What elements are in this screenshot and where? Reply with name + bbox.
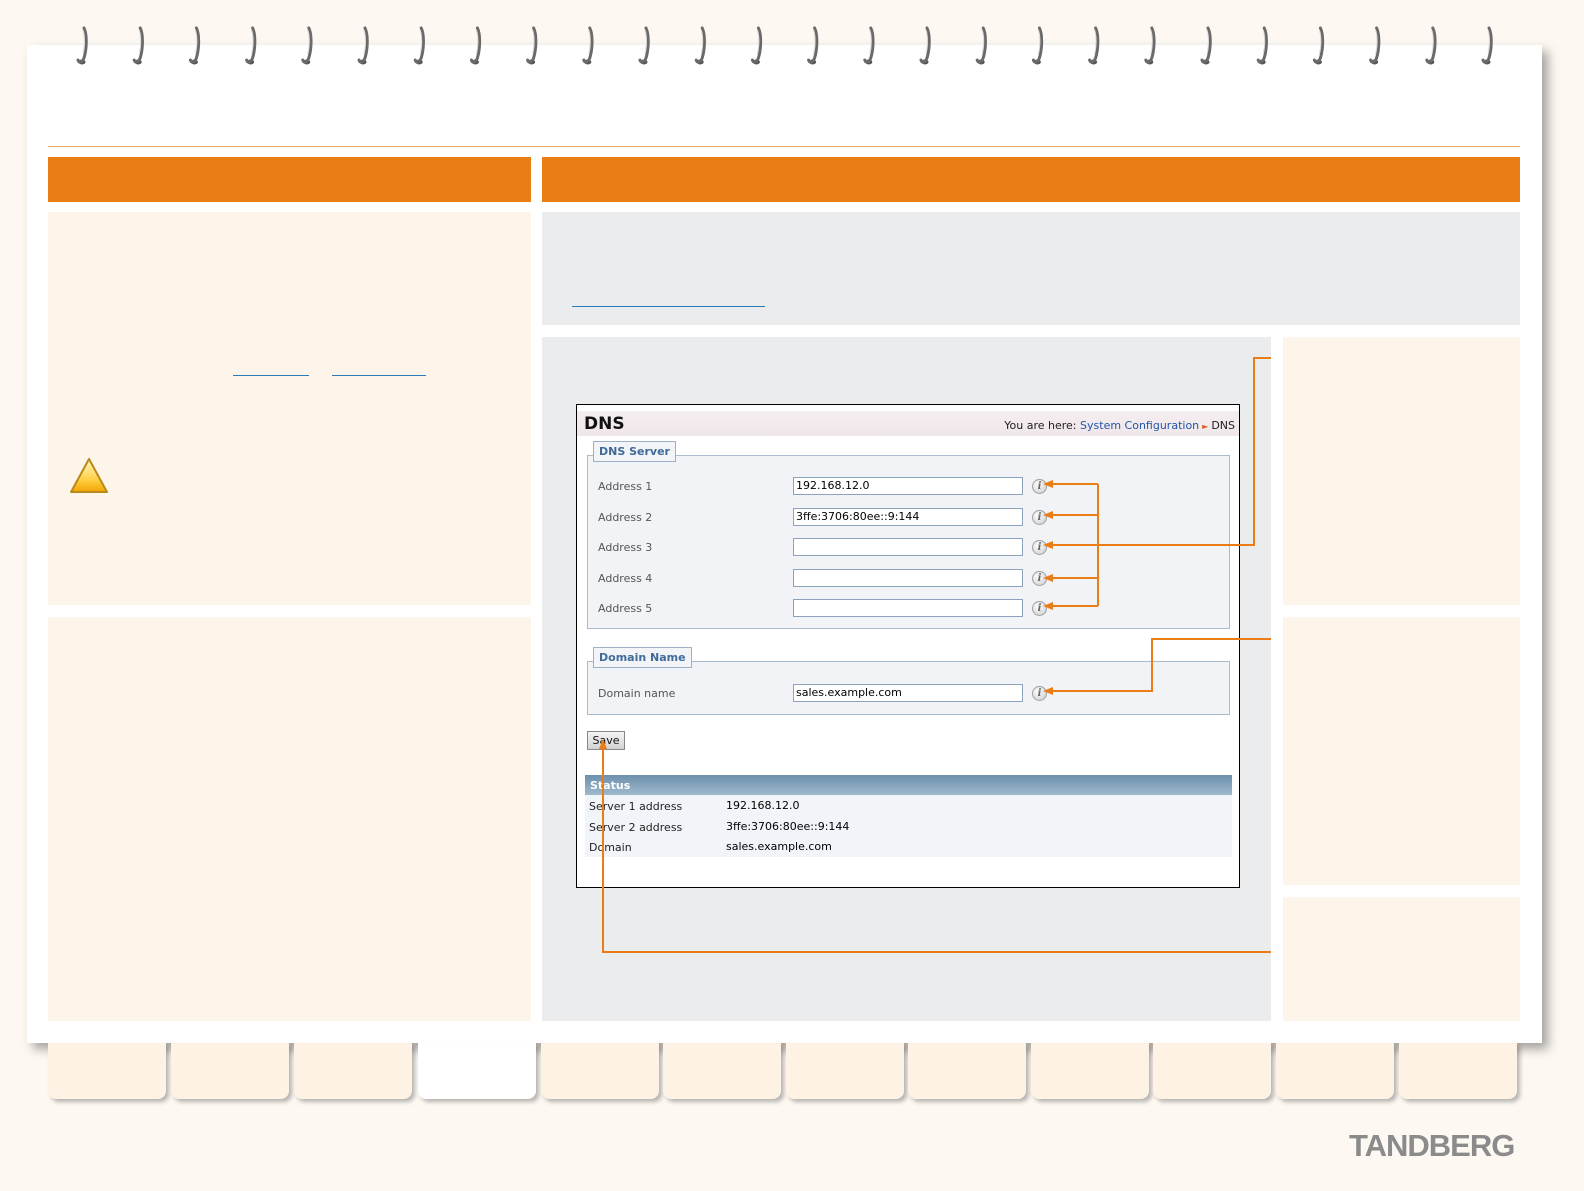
- address-3-label: Address 3: [598, 541, 653, 554]
- address-3-info-icon[interactable]: i: [1032, 540, 1047, 555]
- breadcrumb-arrow-icon: ►: [1202, 422, 1209, 431]
- dns-server-legend: DNS Server: [593, 441, 676, 462]
- status-key: Server 1 address: [589, 800, 683, 813]
- tab-3[interactable]: [294, 1043, 412, 1099]
- breadcrumb-link-system-configuration[interactable]: System Configuration: [1080, 419, 1199, 432]
- tab-12[interactable]: [1399, 1043, 1517, 1099]
- binding-ring: [357, 26, 369, 65]
- binding-ring: [919, 26, 931, 65]
- breadcrumb-current: DNS: [1211, 419, 1235, 432]
- binding-ring: [863, 26, 875, 65]
- address-4-input[interactable]: [793, 569, 1023, 587]
- domain-name-label: Domain name: [598, 687, 676, 700]
- intro-link-underline[interactable]: [572, 306, 765, 307]
- binding-ring: [1369, 26, 1381, 65]
- status-value: 3ffe:3706:80ee::9:144: [726, 820, 850, 833]
- left-bottom-panel: [48, 617, 531, 1021]
- status-key: Server 2 address: [589, 821, 683, 834]
- address-1-info-icon[interactable]: i: [1032, 479, 1047, 494]
- page-title: DNS: [584, 414, 625, 434]
- binding-ring: [1256, 26, 1268, 65]
- side-note-1: [1283, 337, 1520, 605]
- binding-ring: [301, 26, 313, 65]
- right-header-bar: [542, 157, 1520, 202]
- status-key: Domain: [589, 841, 632, 854]
- address-5-input[interactable]: [793, 599, 1023, 617]
- binding-ring: [132, 26, 144, 65]
- binding-ring: [975, 26, 987, 65]
- save-button[interactable]: Save: [587, 731, 625, 750]
- left-top-panel: [48, 212, 531, 605]
- binding-ring: [1312, 26, 1325, 65]
- address-1-input[interactable]: 192.168.12.0: [793, 477, 1023, 495]
- status-row: Server 1 address 192.168.12.0: [585, 796, 1232, 816]
- binding-ring: [1481, 26, 1493, 65]
- address-4-info-icon[interactable]: i: [1032, 571, 1047, 586]
- tab-4-active[interactable]: [418, 1043, 536, 1099]
- tab-2[interactable]: [171, 1043, 289, 1099]
- header-rule: [48, 146, 1520, 147]
- warning-icon: [70, 458, 108, 493]
- address-2-input[interactable]: 3ffe:3706:80ee::9:144: [793, 508, 1023, 526]
- address-3-input[interactable]: [793, 538, 1023, 556]
- status-value: sales.example.com: [726, 840, 832, 853]
- domain-name-legend: Domain Name: [593, 647, 692, 668]
- side-note-2: [1283, 617, 1520, 885]
- status-title: Status: [590, 779, 631, 792]
- status-row: Server 2 address 3ffe:3706:80ee::9:144: [585, 817, 1232, 837]
- intro-panel: [542, 212, 1520, 325]
- tab-11[interactable]: [1276, 1043, 1394, 1099]
- address-4-label: Address 4: [598, 572, 653, 585]
- domain-name-input[interactable]: sales.example.com: [793, 684, 1023, 702]
- address-2-info-icon[interactable]: i: [1032, 510, 1047, 525]
- binding-ring: [245, 26, 257, 65]
- binding-ring: [76, 26, 88, 65]
- tab-5[interactable]: [541, 1043, 659, 1099]
- status-header: Status: [585, 775, 1232, 795]
- side-note-3: [1283, 897, 1520, 1021]
- binding-ring: [582, 26, 594, 65]
- tab-10[interactable]: [1153, 1043, 1271, 1099]
- binding-ring: [413, 26, 425, 65]
- status-row: Domain sales.example.com: [585, 837, 1232, 857]
- tab-6[interactable]: [663, 1043, 781, 1099]
- address-5-label: Address 5: [598, 602, 653, 615]
- binding-ring: [1144, 26, 1156, 65]
- binding-ring: [1200, 26, 1212, 65]
- tab-9[interactable]: [1031, 1043, 1149, 1099]
- breadcrumb: You are here: System Configuration ► DNS: [1004, 419, 1235, 432]
- binding-ring: [638, 26, 650, 65]
- domain-name-info-icon[interactable]: i: [1032, 686, 1047, 701]
- binding-ring: [526, 26, 538, 65]
- breadcrumb-prefix: You are here:: [1004, 419, 1077, 432]
- address-2-label: Address 2: [598, 511, 653, 524]
- binding-ring: [750, 26, 763, 65]
- tab-8[interactable]: [908, 1043, 1026, 1099]
- spiral-binding: [76, 26, 1493, 65]
- tab-7[interactable]: [786, 1043, 904, 1099]
- binding-ring: [694, 26, 706, 65]
- link-underline-1[interactable]: [233, 375, 309, 376]
- status-value: 192.168.12.0: [726, 799, 800, 812]
- dns-config-screen: DNS You are here: System Configuration ► D…: [576, 404, 1240, 888]
- tab-1[interactable]: [48, 1043, 166, 1099]
- binding-ring: [1425, 26, 1437, 65]
- brand-logo: TANDBERG: [1349, 1128, 1515, 1163]
- binding-ring: [1088, 26, 1100, 65]
- address-5-info-icon[interactable]: i: [1032, 601, 1047, 616]
- binding-ring: [807, 26, 819, 65]
- left-header-bar: [48, 157, 531, 202]
- binding-ring: [469, 26, 482, 65]
- link-underline-2[interactable]: [332, 375, 426, 376]
- binding-ring: [188, 26, 201, 65]
- address-1-label: Address 1: [598, 480, 653, 493]
- binding-ring: [1031, 26, 1044, 65]
